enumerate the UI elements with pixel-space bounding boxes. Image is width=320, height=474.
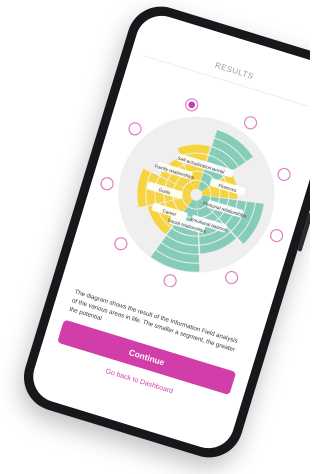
phone-mockup: RESULTS Financial Finances Personal relati… (15, 0, 310, 466)
chart-select-dot[interactable] (269, 228, 284, 243)
app-screen: RESULTS Financial Finances Personal relati… (26, 9, 310, 455)
chart-select-dot[interactable] (277, 167, 292, 182)
results-chart: FinancialFinancesPersonal relationshipsE… (100, 98, 292, 288)
chart-select-dot[interactable] (224, 270, 239, 285)
phone-side-button (297, 212, 310, 252)
chart-select-dot[interactable] (128, 121, 143, 136)
chart-select-dot[interactable] (100, 176, 115, 191)
chart-select-dot[interactable] (163, 273, 178, 288)
chart-select-dot[interactable] (243, 115, 258, 130)
chart-background (118, 116, 275, 273)
chart-select-dot[interactable] (113, 236, 128, 251)
stage: RESULTS Financial Finances Personal relati… (0, 0, 310, 474)
